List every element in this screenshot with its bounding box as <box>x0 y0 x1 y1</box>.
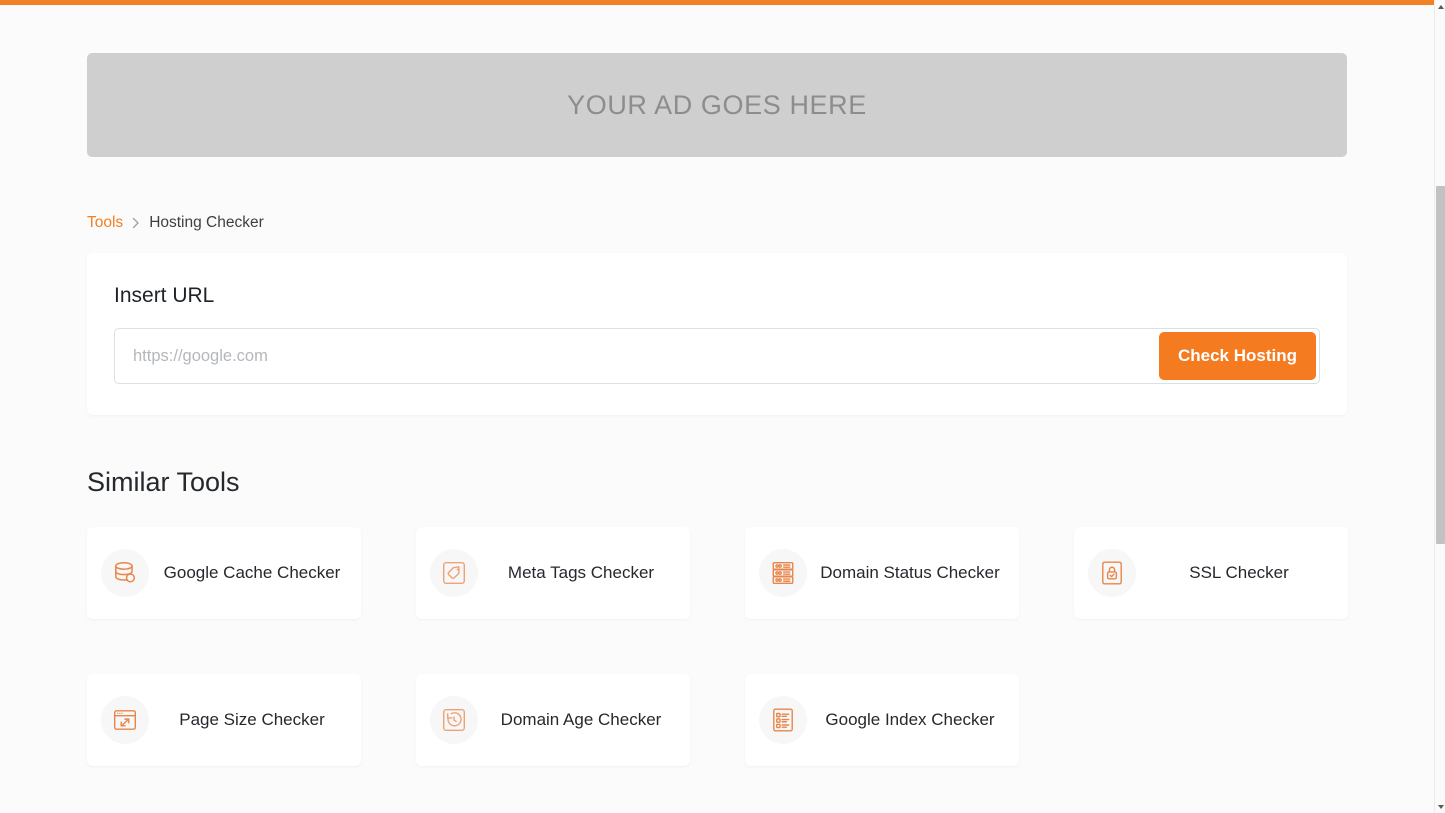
page-content: YOUR AD GOES HERE Tools Hosting Checker … <box>87 5 1348 766</box>
tool-label: Google Index Checker <box>825 709 995 729</box>
scrollbar-thumb[interactable] <box>1436 186 1445 544</box>
breadcrumb-link-tools[interactable]: Tools <box>87 214 123 232</box>
window-resize-icon <box>101 696 149 744</box>
tool-label: Google Cache Checker <box>163 562 341 582</box>
tag-icon <box>430 549 478 597</box>
lock-document-icon <box>1088 549 1136 597</box>
tool-card-google-cache-checker[interactable]: Google Cache Checker <box>87 527 361 619</box>
chevron-right-icon <box>132 217 140 229</box>
tool-label: Meta Tags Checker <box>507 562 655 582</box>
tool-label: Domain Status Checker <box>820 562 1000 582</box>
scrollbar-up-arrow-icon[interactable] <box>1435 0 1445 13</box>
tool-card-ssl-checker[interactable]: SSL Checker <box>1074 527 1348 619</box>
breadcrumb: Tools Hosting Checker <box>87 214 1347 232</box>
insert-url-card: Insert URL Check Hosting <box>87 253 1347 415</box>
tool-label: Page Size Checker <box>179 709 325 729</box>
server-rack-icon <box>759 549 807 597</box>
ad-banner-text: YOUR AD GOES HERE <box>567 89 867 120</box>
checklist-icon <box>759 696 807 744</box>
page-scrollbar[interactable] <box>1434 0 1445 813</box>
tool-card-meta-tags-checker[interactable]: Meta Tags Checker <box>416 527 690 619</box>
tool-card-domain-age-checker[interactable]: Domain Age Checker <box>416 674 690 766</box>
page-scroll-area: YOUR AD GOES HERE Tools Hosting Checker … <box>0 5 1434 813</box>
clock-history-icon <box>430 696 478 744</box>
tool-card-google-index-checker[interactable]: Google Index Checker <box>745 674 1019 766</box>
tool-label: SSL Checker <box>1189 562 1289 582</box>
tool-card-domain-status-checker[interactable]: Domain Status Checker <box>745 527 1019 619</box>
tool-card-page-size-checker[interactable]: Page Size Checker <box>87 674 361 766</box>
database-icon <box>101 549 149 597</box>
scrollbar-down-arrow-icon[interactable] <box>1435 800 1445 813</box>
tool-label: Domain Age Checker <box>500 709 662 729</box>
insert-url-title: Insert URL <box>114 284 215 307</box>
url-input[interactable] <box>115 332 1159 380</box>
similar-tools-title: Similar Tools <box>87 467 240 497</box>
similar-tools-grid: Google Cache Checker Meta Tags Checker D… <box>87 527 1348 766</box>
ad-banner[interactable]: YOUR AD GOES HERE <box>87 53 1347 157</box>
url-input-wrapper: Check Hosting <box>114 328 1320 384</box>
breadcrumb-current: Hosting Checker <box>149 214 264 231</box>
check-hosting-button[interactable]: Check Hosting <box>1158 332 1316 380</box>
